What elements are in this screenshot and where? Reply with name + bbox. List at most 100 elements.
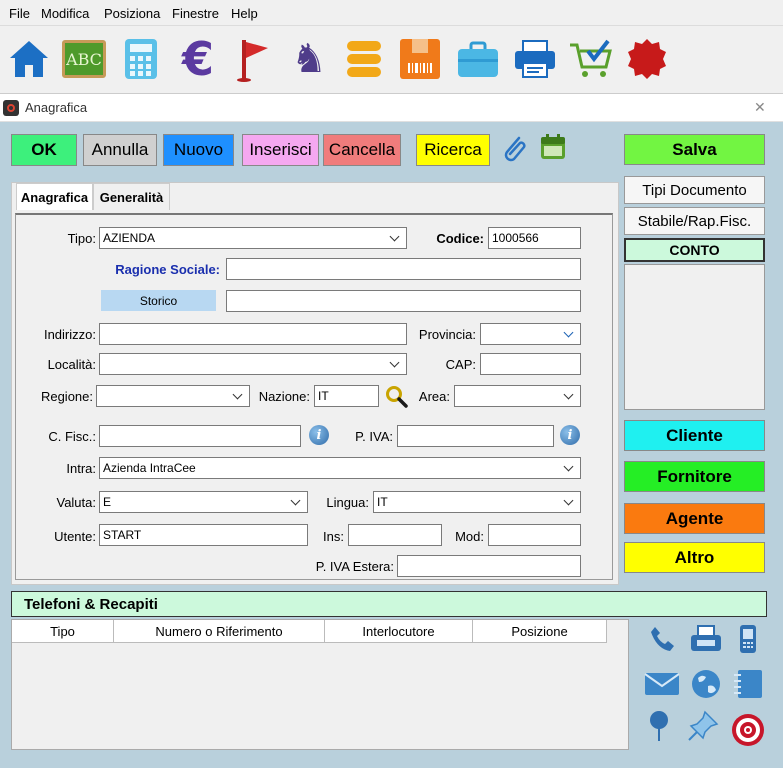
tab-anagrafica[interactable]: Anagrafica <box>16 183 93 210</box>
phone-icon[interactable] <box>642 619 682 659</box>
telefoni-header: Telefoni & Recapiti <box>11 591 767 617</box>
tipo-select[interactable]: AZIENDA <box>99 227 407 249</box>
lingua-label: Lingua: <box>326 495 369 510</box>
cfisc-info-icon[interactable]: i <box>309 425 329 445</box>
regione-select[interactable] <box>96 385 250 407</box>
localita-select[interactable] <box>99 353 407 375</box>
ok-button[interactable]: OK <box>11 134 77 166</box>
agente-button[interactable]: Agente <box>624 503 765 534</box>
tipo-label: Tipo: <box>67 231 96 246</box>
altro-button[interactable]: Altro <box>624 542 765 573</box>
utente-label: Utente: <box>54 529 96 544</box>
partita-iva-field[interactable] <box>397 425 554 447</box>
euro-icon[interactable]: € <box>174 32 222 86</box>
column-header-tipo[interactable]: Tipo <box>12 620 114 643</box>
inserisci-button[interactable]: Inserisci <box>242 134 319 166</box>
home-icon[interactable] <box>5 34 53 84</box>
flag-icon[interactable] <box>230 34 278 84</box>
column-header-interlocutore[interactable]: Interlocutore <box>325 620 473 643</box>
conto-panel <box>624 264 765 410</box>
localita-label: Località: <box>47 357 96 372</box>
mobile-icon[interactable] <box>728 619 768 659</box>
search-icon[interactable] <box>384 384 408 408</box>
ragione-sociale-field[interactable] <box>226 258 581 280</box>
cancella-button[interactable]: Cancella <box>323 134 401 166</box>
cap-label: CAP: <box>445 357 476 372</box>
column-header-posizione[interactable]: Posizione <box>473 620 607 643</box>
shopping-cart-icon[interactable] <box>567 34 615 84</box>
menu-finestre[interactable]: Finestre <box>172 6 219 21</box>
storico-field[interactable] <box>226 290 581 312</box>
conto-header: CONTO <box>624 238 765 262</box>
area-select[interactable] <box>454 385 581 407</box>
menu-posiziona[interactable]: Posiziona <box>104 6 160 21</box>
cap-field[interactable] <box>480 353 581 375</box>
abc-icon[interactable]: ABC <box>60 34 108 84</box>
menu-file[interactable]: File <box>9 6 30 21</box>
menu-modifica[interactable]: Modifica <box>41 6 89 21</box>
stack-icon[interactable] <box>340 34 388 84</box>
toolbar: ABC € ♞ <box>0 26 783 94</box>
intra-label: Intra: <box>66 461 96 476</box>
barcode-box-icon[interactable] <box>396 34 444 84</box>
codice-label: Codice: <box>436 231 484 246</box>
badge-icon[interactable] <box>623 34 671 84</box>
calculator-icon[interactable] <box>117 34 165 84</box>
notes-icon[interactable] <box>728 664 768 704</box>
mod-field[interactable] <box>488 524 581 546</box>
nazione-label: Nazione: <box>258 389 310 404</box>
utente-field[interactable]: START <box>99 524 308 546</box>
codice-fiscale-label: C. Fisc.: <box>48 429 96 444</box>
tab-generalita[interactable]: Generalità <box>93 183 170 210</box>
nazione-field[interactable]: IT <box>314 385 379 407</box>
web-icon[interactable] <box>686 664 726 704</box>
provincia-select[interactable] <box>480 323 581 345</box>
map-pin-icon[interactable] <box>639 706 679 746</box>
piva-info-icon[interactable]: i <box>560 425 580 445</box>
regione-label: Regione: <box>40 389 93 404</box>
telefoni-grid: Tipo Numero o Riferimento Interlocutore … <box>11 619 629 750</box>
fornitore-button[interactable]: Fornitore <box>624 461 765 492</box>
menu-help[interactable]: Help <box>231 6 258 21</box>
piva-estera-label: P. IVA Estera: <box>315 559 394 574</box>
salva-button[interactable]: Salva <box>624 134 765 165</box>
valuta-select[interactable]: E <box>99 491 308 513</box>
window-title: Anagrafica <box>25 100 88 115</box>
area-label: Area: <box>418 389 450 404</box>
abc-icon-text: ABC <box>62 40 106 78</box>
printer-icon[interactable] <box>511 34 559 84</box>
email-icon[interactable] <box>642 664 682 704</box>
ins-field[interactable] <box>348 524 442 546</box>
menu-bar: File Modifica Posiziona Finestre Help <box>0 0 783 26</box>
column-header-numero[interactable]: Numero o Riferimento <box>114 620 325 643</box>
paperclip-icon[interactable] <box>499 132 529 164</box>
ins-label: Ins: <box>323 529 344 544</box>
piva-estera-field[interactable] <box>397 555 581 577</box>
nuovo-button[interactable]: Nuovo <box>163 134 234 166</box>
partita-iva-label: P. IVA: <box>355 429 393 444</box>
calendar-icon[interactable] <box>539 133 567 161</box>
pushpin-icon[interactable] <box>683 706 723 746</box>
window-titlebar: Anagrafica ✕ <box>0 94 783 122</box>
app-icon <box>3 100 19 116</box>
indirizzo-field[interactable] <box>99 323 407 345</box>
chess-knight-icon[interactable]: ♞ <box>285 34 333 84</box>
intra-select[interactable]: Azienda IntraCee <box>99 457 581 479</box>
provincia-label: Provincia: <box>418 327 476 342</box>
stabile-rap-fisc-button[interactable]: Stabile/Rap.Fisc. <box>624 207 765 235</box>
briefcase-icon[interactable] <box>454 34 502 84</box>
codice-fiscale-field[interactable] <box>99 425 301 447</box>
cliente-button[interactable]: Cliente <box>624 420 765 451</box>
target-icon[interactable] <box>728 710 768 750</box>
lingua-select[interactable]: IT <box>373 491 581 513</box>
tipi-documento-button[interactable]: Tipi Documento <box>624 176 765 204</box>
ragione-sociale-label: Ragione Sociale: <box>115 262 220 277</box>
codice-field[interactable]: 1000566 <box>488 227 581 249</box>
ricerca-button[interactable]: Ricerca <box>416 134 490 166</box>
valuta-label: Valuta: <box>56 495 96 510</box>
close-icon[interactable]: ✕ <box>754 99 766 116</box>
indirizzo-label: Indirizzo: <box>43 327 96 342</box>
annulla-button[interactable]: Annulla <box>83 134 157 166</box>
fax-icon[interactable] <box>686 619 726 659</box>
storico-button[interactable]: Storico <box>101 290 216 311</box>
